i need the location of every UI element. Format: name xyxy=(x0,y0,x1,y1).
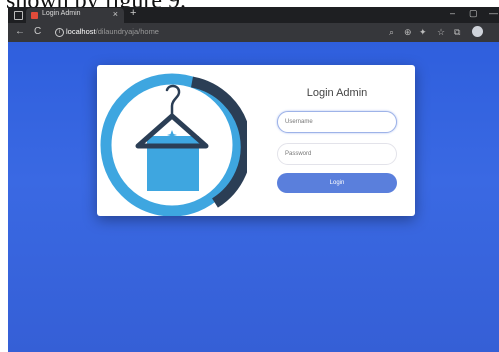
info-icon[interactable]: i xyxy=(55,28,64,37)
username-input[interactable]: Username xyxy=(277,111,397,133)
tab-login-admin[interactable]: Login Admin × xyxy=(26,8,124,23)
minimize-button[interactable]: – xyxy=(450,8,455,18)
page-viewport: Login Admin Username Password Login xyxy=(8,42,499,352)
new-tab-button[interactable]: + xyxy=(130,7,136,19)
url-path: /dilaundryaja/home xyxy=(95,27,159,36)
url-host: localhost xyxy=(66,27,96,36)
favorites-icon[interactable]: ☆ xyxy=(437,27,445,38)
profile-icon[interactable] xyxy=(472,26,483,37)
maximize-button[interactable]: ▢ xyxy=(469,8,478,19)
tab-title: Login Admin xyxy=(42,10,81,17)
hanger-logo-icon xyxy=(100,73,247,216)
tab-bar: Login Admin × + – ▢ — xyxy=(8,7,499,23)
favicon-icon xyxy=(31,12,38,19)
back-icon[interactable]: ← xyxy=(15,26,25,37)
collections-icon[interactable]: ⧉ xyxy=(454,27,460,38)
zoom-icon[interactable]: ⊕ xyxy=(404,27,412,38)
read-aloud-icon[interactable]: ⌕ xyxy=(389,27,394,38)
login-card: Login Admin Username Password Login xyxy=(97,65,415,216)
refresh-icon[interactable]: C xyxy=(34,26,41,37)
tab-close-icon[interactable]: × xyxy=(113,9,118,19)
url-field[interactable]: localhost/dilaundryaja/home xyxy=(66,27,159,36)
window-icon[interactable] xyxy=(14,11,23,20)
extensions-icon[interactable]: ✦ xyxy=(419,27,427,38)
login-title: Login Admin xyxy=(306,87,368,99)
login-button[interactable]: Login xyxy=(277,173,397,193)
password-input[interactable]: Password xyxy=(277,143,397,165)
browser-window: Login Admin × + – ▢ — ← C i localhost/di… xyxy=(8,7,499,352)
address-bar: ← C i localhost/dilaundryaja/home ⌕ ⊕ ✦ … xyxy=(8,23,499,42)
close-window-button[interactable]: — xyxy=(489,8,498,18)
